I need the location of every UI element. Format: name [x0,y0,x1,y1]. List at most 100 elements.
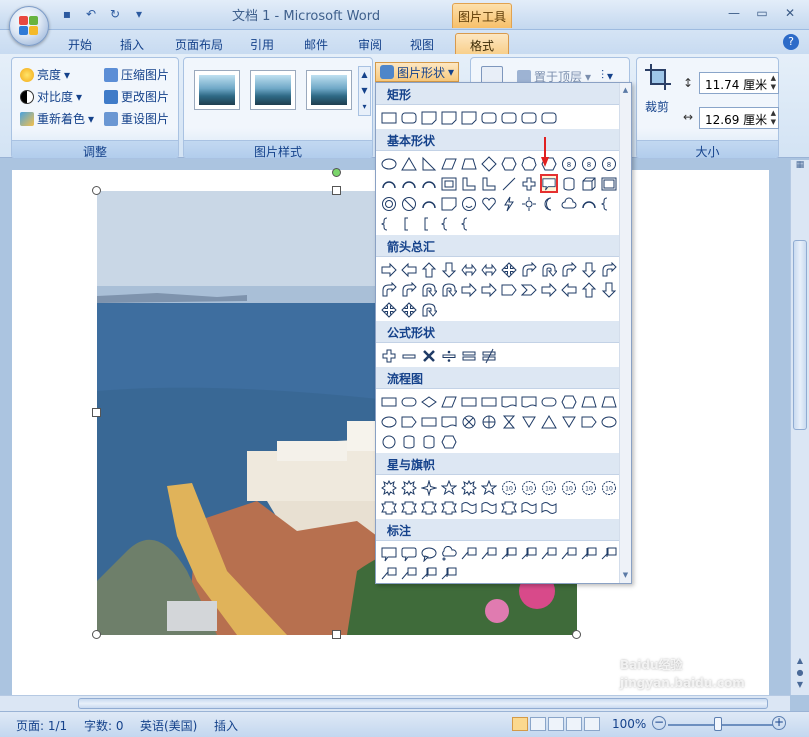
resize-handle-bottom[interactable] [332,630,341,639]
shape-option-hourglass-icon[interactable] [500,412,518,431]
zoom-level[interactable]: 100% [612,717,646,731]
vertical-scrollbar[interactable]: ▦ ▲ ● ▼ [790,160,809,695]
shape-option-uturn-icon[interactable] [440,280,458,299]
shape-option-can-icon[interactable] [560,174,578,193]
shape-option-wave-icon[interactable] [540,498,558,517]
shape-option-hex-icon[interactable] [440,432,458,451]
shape-option-callRect-icon[interactable] [540,174,558,193]
shape-option-heptagon-icon[interactable] [520,154,538,173]
qat-menu-icon[interactable]: ▾ [130,6,148,22]
shape-option-fold-icon[interactable] [420,108,438,127]
width-spin-arrows[interactable]: ▲ ▼ [771,109,776,127]
shape-option-rrect-icon[interactable] [400,108,418,127]
contrast-button[interactable]: 对比度 ▾ [20,88,82,105]
scroll-down-icon[interactable]: ▼ [620,571,631,579]
shape-option-curvR-icon[interactable] [520,260,538,279]
zoom-in-icon[interactable]: + [772,716,786,730]
shape-option-arc-icon[interactable] [420,174,438,193]
shape-option-trap-icon[interactable] [600,392,618,411]
shape-option-callBar-icon[interactable] [520,544,538,563]
shape-option-heart-icon[interactable] [480,194,498,213]
reset-picture-button[interactable]: 重设图片 [104,110,169,127]
shape-option-chevron-icon[interactable] [520,280,538,299]
outline-view-icon[interactable] [566,717,582,731]
shape-option-ribbon-icon[interactable] [500,498,518,517]
shape-option-lshape-icon[interactable] [460,174,478,193]
draft-view-icon[interactable] [584,717,600,731]
shape-option-hex-icon[interactable] [500,154,518,173]
shape-option-doc-icon[interactable] [440,412,458,431]
shape-option-curvR-icon[interactable] [560,260,578,279]
shape-option-uturn-icon[interactable] [540,260,558,279]
tab-page-layout[interactable]: 页面布局 [168,33,230,54]
shape-option-rect-icon[interactable] [380,108,398,127]
shape-option-callLine-icon[interactable] [460,544,478,563]
shape-option-arrU-icon[interactable] [580,280,598,299]
shape-option-star4-icon[interactable] [420,478,438,497]
shape-option-plus-icon[interactable] [520,174,538,193]
insert-mode[interactable]: 插入 [214,717,238,734]
shape-option-rtri-icon[interactable] [420,154,438,173]
shape-option-circtxt-icon[interactable]: 8 [600,154,618,173]
shape-option-arrR-icon[interactable] [380,260,398,279]
shape-option-burst-icon[interactable] [380,478,398,497]
shape-option-minus-icon[interactable] [400,346,418,365]
shape-option-callLine-icon[interactable] [380,564,398,583]
tab-mailings[interactable]: 邮件 [296,33,336,54]
picture-style-1[interactable] [194,70,240,110]
shape-option-doc-icon[interactable] [520,392,538,411]
tab-insert[interactable]: 插入 [112,33,152,54]
width-field[interactable]: 12.69 厘米 ▲ ▼ [699,107,779,129]
shape-option-callLine-icon[interactable] [480,544,498,563]
shape-option-callLine-icon[interactable] [400,564,418,583]
shape-option-arrR-icon[interactable] [540,280,558,299]
shape-option-callRect-icon[interactable] [380,544,398,563]
shape-option-arc-icon[interactable] [380,174,398,193]
shape-option-seal-icon[interactable]: 10 [540,478,558,497]
shape-option-donut-icon[interactable] [380,194,398,213]
shape-option-tri-icon[interactable] [400,154,418,173]
resize-handle-left[interactable] [92,408,101,417]
shape-option-arrL-icon[interactable] [400,260,418,279]
shape-option-can-icon[interactable] [420,432,438,451]
scroll-up-icon[interactable]: ▲ [620,86,631,94]
shape-option-callBar-icon[interactable] [440,564,458,583]
shape-option-penta-icon[interactable] [400,412,418,431]
shape-option-seal-icon[interactable]: 10 [500,478,518,497]
shape-option-decision-icon[interactable] [420,392,438,411]
shape-option-burst-icon[interactable] [400,478,418,497]
shape-option-ribbon-icon[interactable] [420,498,438,517]
shape-option-nosym-icon[interactable] [400,194,418,213]
shape-option-curvR-icon[interactable] [380,280,398,299]
shape-option-brace-icon[interactable] [380,214,398,233]
shape-option-line-icon[interactable] [500,174,518,193]
shape-option-callBar-icon[interactable] [580,544,598,563]
save-icon[interactable]: ▪ [58,6,76,22]
shape-option-ribbon-icon[interactable] [380,498,398,517]
web-layout-view-icon[interactable] [548,717,564,731]
minimize-button[interactable]: — [721,4,747,22]
language-status[interactable]: 英语(美国) [140,717,197,734]
shape-option-bevel-icon[interactable] [600,174,618,193]
shape-option-diamond-icon[interactable] [480,154,498,173]
shape-option-pcirc-icon[interactable] [480,412,498,431]
shape-option-arrD-icon[interactable] [580,260,598,279]
tab-references[interactable]: 引用 [242,33,282,54]
shape-option-ribbon-icon[interactable] [440,498,458,517]
shape-option-uturn-icon[interactable] [420,300,438,319]
shape-option-callLine-icon[interactable] [540,544,558,563]
shape-option-fold-icon[interactable] [440,194,458,213]
shape-option-para-icon[interactable] [440,154,458,173]
shape-option-callCloud-icon[interactable] [440,544,458,563]
compress-pictures-button[interactable]: 压缩图片 [104,66,169,83]
rotate-handle[interactable] [332,168,341,177]
height-spin-arrows[interactable]: ▲ ▼ [771,74,776,92]
shape-option-callOval-icon[interactable] [420,544,438,563]
shape-option-arrL-icon[interactable] [560,280,578,299]
shape-option-merge-icon[interactable] [520,412,538,431]
word-count[interactable]: 字数: 0 [84,717,124,734]
shape-option-callBar-icon[interactable] [500,544,518,563]
shape-option-rrect-icon[interactable] [480,108,498,127]
shape-option-rrect-icon[interactable] [540,108,558,127]
shape-option-quad-icon[interactable] [400,300,418,319]
